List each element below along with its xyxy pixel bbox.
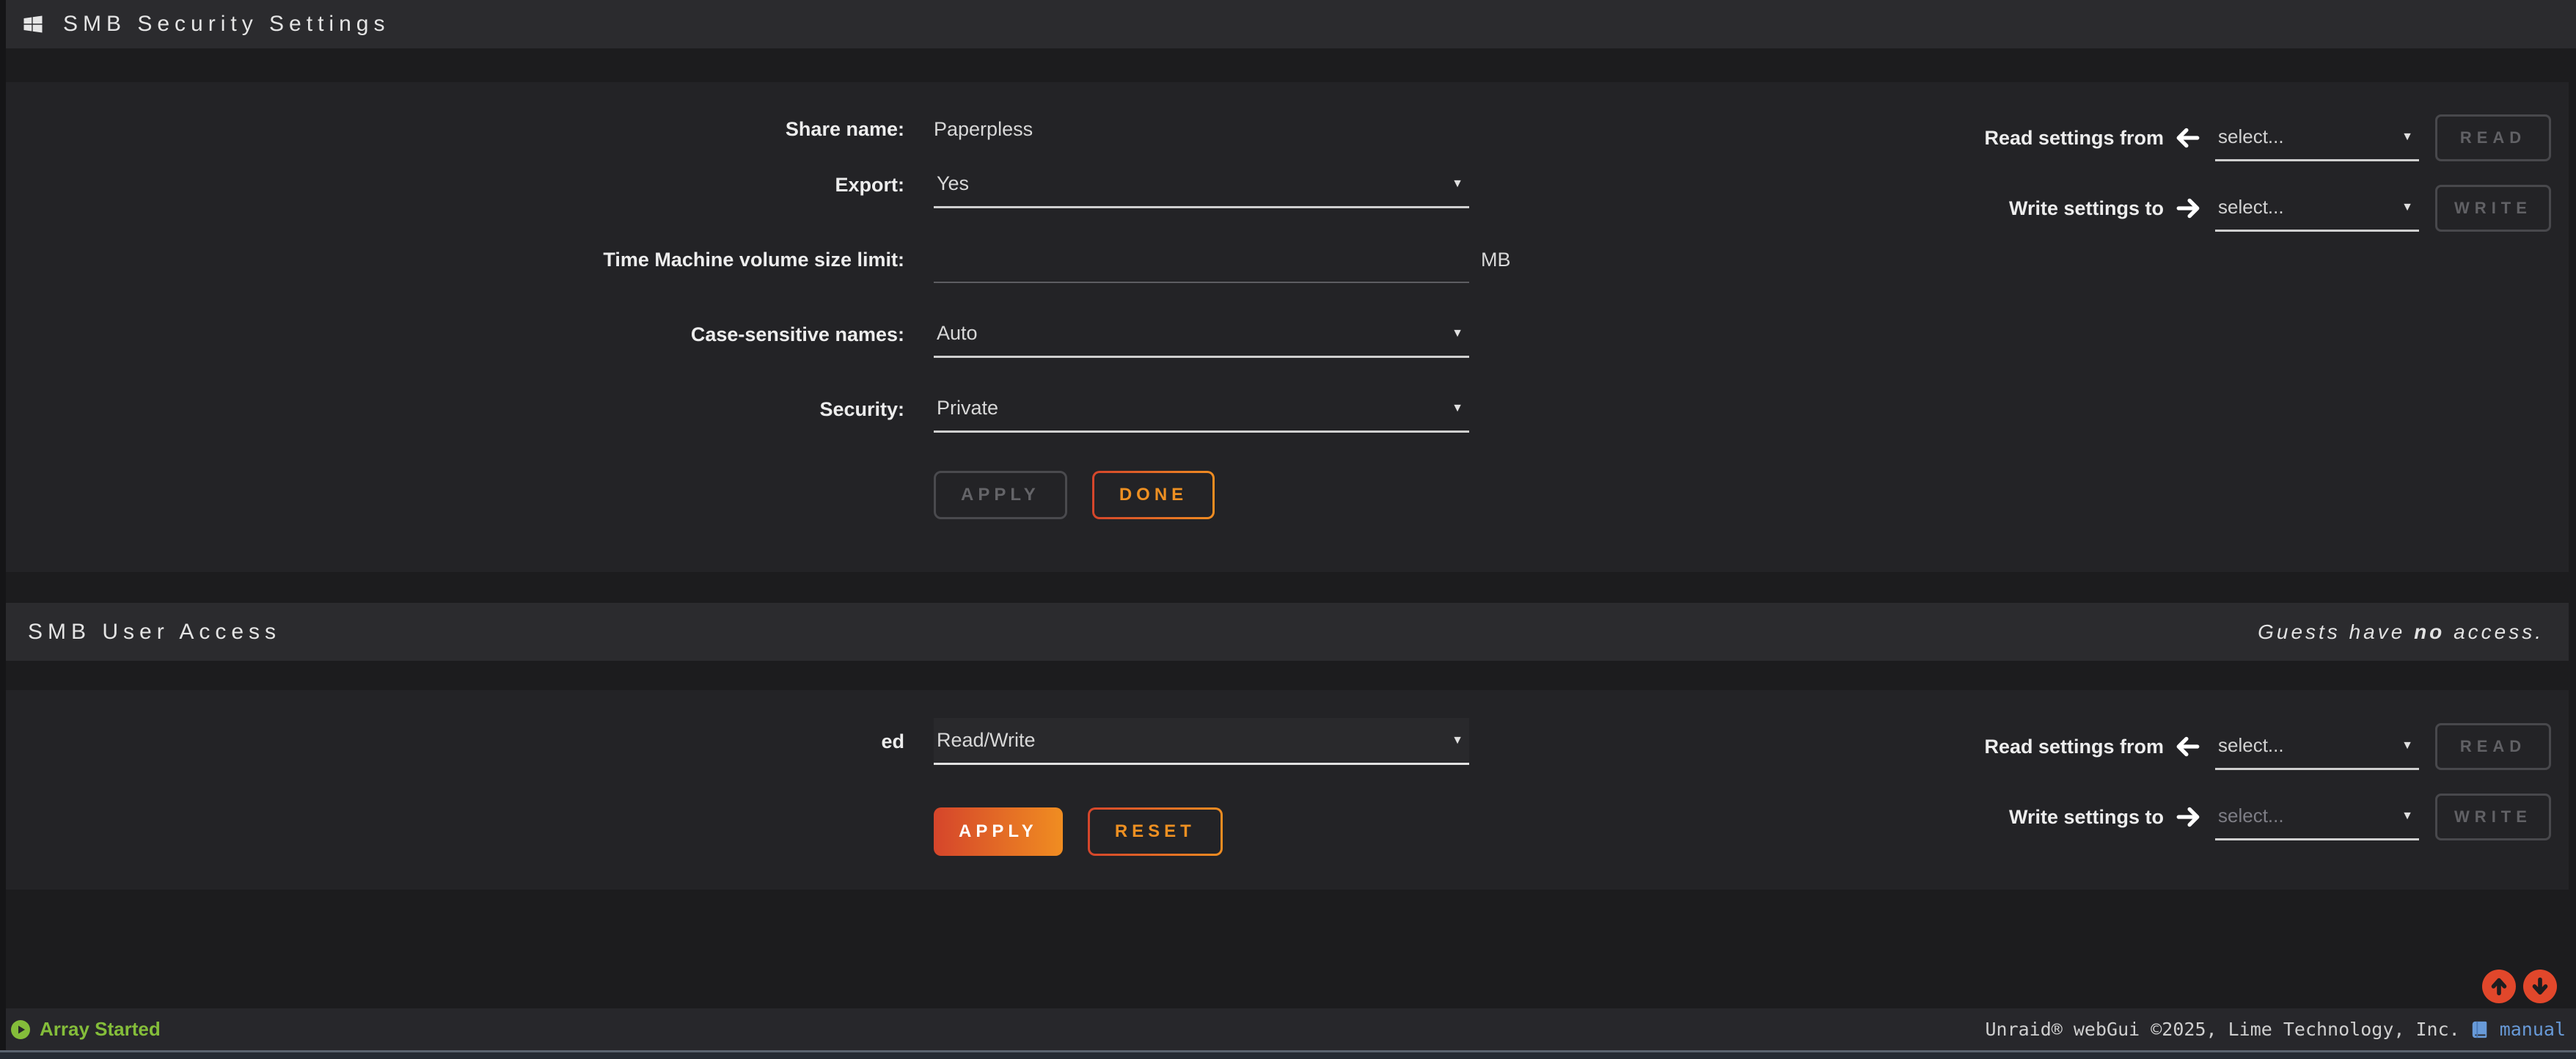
write-settings-select[interactable]: select... ▼ xyxy=(2215,185,2419,232)
write-settings-label: Write settings to xyxy=(2009,197,2164,220)
write-settings-select[interactable]: select... ▼ xyxy=(2215,794,2419,840)
read-settings-label: Read settings from xyxy=(1984,127,2164,150)
user-ed-access-select[interactable]: Read/Write ▼ xyxy=(934,718,1469,765)
read-settings-row: Read settings from select... ▼ READ xyxy=(1984,723,2551,770)
security-row: Security: Private ▼ xyxy=(6,386,2569,433)
page-title: SMB Security Settings xyxy=(63,12,389,37)
book-icon xyxy=(2470,1020,2489,1039)
chevron-down-icon: ▼ xyxy=(2401,131,2413,143)
share-name-label: Share name: xyxy=(6,118,904,141)
time-machine-label: Time Machine volume size limit: xyxy=(6,249,904,271)
read-settings-label: Read settings from xyxy=(1984,736,2164,758)
read-button[interactable]: READ xyxy=(2435,114,2551,161)
case-sensitive-select[interactable]: Auto ▼ xyxy=(934,311,1469,358)
read-settings-select[interactable]: select... ▼ xyxy=(2215,723,2419,770)
arrow-right-icon xyxy=(2176,805,2200,829)
arrow-right-icon xyxy=(2176,196,2200,221)
guests-note-post: access. xyxy=(2445,620,2544,643)
case-sensitive-row: Case-sensitive names: Auto ▼ xyxy=(6,311,2569,358)
guests-note-pre: Guests have xyxy=(2258,620,2414,643)
case-sensitive-label: Case-sensitive names: xyxy=(6,323,904,346)
chevron-down-icon: ▼ xyxy=(2401,810,2413,822)
scroll-controls xyxy=(2482,970,2557,1003)
status-footer: Array Started Unraid® webGui ©2025, Lime… xyxy=(0,1008,2576,1050)
guests-note-emphasis: no xyxy=(2414,620,2445,643)
read-settings-select[interactable]: select... ▼ xyxy=(2215,114,2419,161)
arrow-up-icon xyxy=(2488,975,2510,997)
chevron-down-icon: ▼ xyxy=(2401,740,2413,752)
copyright-text: Unraid® webGui ©2025, Lime Technology, I… xyxy=(1985,1019,2459,1040)
time-machine-unit: MB xyxy=(1481,249,1511,271)
case-sensitive-select-value: Auto xyxy=(937,322,978,345)
arrow-down-icon xyxy=(2529,975,2551,997)
apply-button[interactable]: APPLY xyxy=(934,807,1063,856)
arrow-left-icon xyxy=(2176,734,2200,759)
settings-transfer-controls-top: Read settings from select... ▼ READ Writ… xyxy=(1984,114,2551,232)
user-ed-label: ed xyxy=(6,730,904,753)
bottom-edge-bar xyxy=(0,1050,2576,1059)
write-settings-select-value: select... xyxy=(2218,196,2284,219)
scroll-to-top-button[interactable] xyxy=(2482,970,2516,1003)
time-machine-row: Time Machine volume size limit: MB xyxy=(6,236,2569,283)
read-settings-select-value: select... xyxy=(2218,734,2284,757)
export-select-value: Yes xyxy=(937,172,969,195)
security-label: Security: xyxy=(6,398,904,421)
footer-credits: Unraid® webGui ©2025, Lime Technology, I… xyxy=(1985,1019,2566,1040)
security-select-value: Private xyxy=(937,397,998,419)
export-select[interactable]: Yes ▼ xyxy=(934,161,1469,208)
share-name-value: Paperpless xyxy=(934,106,1469,153)
write-settings-row: Write settings to select... ▼ WRITE xyxy=(1984,185,2551,232)
write-settings-row: Write settings to select... ▼ WRITE xyxy=(1984,794,2551,840)
array-status-text: Array Started xyxy=(40,1018,161,1041)
play-circle-icon xyxy=(10,1019,31,1040)
page-left-edge xyxy=(0,0,6,1050)
read-button[interactable]: READ xyxy=(2435,723,2551,770)
smb-security-settings-titlebar: SMB Security Settings xyxy=(0,0,2576,48)
write-button[interactable]: WRITE xyxy=(2435,185,2551,232)
windows-smb-icon xyxy=(22,13,44,35)
security-buttons-row: APPLY DONE xyxy=(934,471,2569,519)
export-label: Export: xyxy=(6,174,904,197)
chevron-down-icon: ▼ xyxy=(1452,735,1463,747)
time-machine-size-input[interactable] xyxy=(934,236,1469,282)
security-select[interactable]: Private ▼ xyxy=(934,386,1469,433)
smb-user-access-titlebar: SMB User Access Guests have no access. xyxy=(6,603,2569,661)
chevron-down-icon: ▼ xyxy=(1452,328,1463,340)
manual-link[interactable]: manual xyxy=(2500,1019,2566,1040)
done-button[interactable]: DONE xyxy=(1092,471,1215,519)
chevron-down-icon: ▼ xyxy=(1452,178,1463,190)
user-ed-access-value: Read/Write xyxy=(937,729,1036,752)
apply-button[interactable]: APPLY xyxy=(934,471,1067,519)
time-machine-field xyxy=(934,236,1469,283)
reset-button[interactable]: RESET xyxy=(1088,807,1223,856)
write-settings-label: Write settings to xyxy=(2009,806,2164,829)
array-status: Array Started xyxy=(10,1018,161,1041)
arrow-left-icon xyxy=(2176,125,2200,150)
read-settings-row: Read settings from select... ▼ READ xyxy=(1984,114,2551,161)
write-button[interactable]: WRITE xyxy=(2435,794,2551,840)
settings-transfer-controls-bottom: Read settings from select... ▼ READ Writ… xyxy=(1984,723,2551,840)
guests-access-note: Guests have no access. xyxy=(2258,620,2544,644)
scroll-to-bottom-button[interactable] xyxy=(2523,970,2557,1003)
smb-user-access-panel: ed Read/Write ▼ APPLY RESET Read setting… xyxy=(6,690,2569,890)
smb-security-settings-panel: Share name: Paperpless Export: Yes ▼ Tim… xyxy=(6,82,2569,572)
chevron-down-icon: ▼ xyxy=(2401,202,2413,213)
write-settings-select-value: select... xyxy=(2218,805,2284,827)
user-access-title: SMB User Access xyxy=(28,620,281,645)
chevron-down-icon: ▼ xyxy=(1452,403,1463,414)
read-settings-select-value: select... xyxy=(2218,125,2284,148)
